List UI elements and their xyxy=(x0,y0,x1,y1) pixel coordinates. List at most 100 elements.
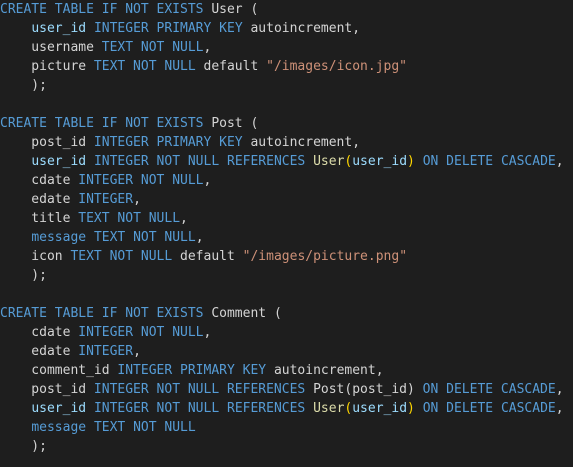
code-token: ON DELETE CASCADE xyxy=(422,382,556,397)
code-token: title xyxy=(0,211,79,226)
code-line[interactable]: comment_id INTEGER PRIMARY KEY autoincre… xyxy=(0,361,573,380)
code-line[interactable]: message TEXT NOT NULL xyxy=(0,418,573,437)
code-line[interactable]: CREATE TABLE IF NOT EXISTS User ( xyxy=(0,0,573,19)
code-token: picture xyxy=(0,59,94,74)
code-line[interactable]: title TEXT NOT NULL, xyxy=(0,209,573,228)
code-line[interactable]: user_id INTEGER NOT NULL REFERENCES User… xyxy=(0,152,573,171)
code-token: , xyxy=(203,173,212,188)
code-token: User xyxy=(313,154,345,169)
code-line[interactable]: username TEXT NOT NULL, xyxy=(0,38,573,57)
code-line[interactable]: cdate INTEGER NOT NULL, xyxy=(0,323,573,342)
code-line[interactable]: edate INTEGER, xyxy=(0,190,573,209)
code-token: User xyxy=(313,401,345,416)
code-token: TEXT NOT NULL xyxy=(78,211,181,226)
code-token: ON DELETE CASCADE xyxy=(422,154,556,169)
code-line[interactable]: post_id INTEGER NOT NULL REFERENCES Post… xyxy=(0,380,573,399)
code-token: , xyxy=(180,211,188,226)
code-line[interactable]: user_id INTEGER NOT NULL REFERENCES User… xyxy=(0,399,573,418)
code-token: ); xyxy=(0,439,47,454)
code-token: user_id xyxy=(31,21,87,36)
code-token: autoincrement, xyxy=(242,135,361,150)
code-line[interactable]: ); xyxy=(0,76,573,95)
code-line[interactable]: user_id INTEGER PRIMARY KEY autoincremen… xyxy=(0,19,573,38)
code-token: ); xyxy=(0,268,47,283)
code-token: username xyxy=(0,40,102,55)
code-token: , xyxy=(133,344,141,359)
code-token: Post ( xyxy=(203,116,259,131)
code-token: TEXT NOT NULL xyxy=(93,230,196,245)
code-line[interactable]: message TEXT NOT NULL, xyxy=(0,228,573,247)
code-token: user_id xyxy=(352,401,408,416)
code-token: CREATE TABLE IF NOT EXISTS xyxy=(0,306,204,321)
code-token: default xyxy=(195,59,267,74)
code-line[interactable] xyxy=(0,285,573,304)
code-token: user_id xyxy=(31,154,87,169)
code-line[interactable]: ); xyxy=(0,437,573,456)
code-token: INTEGER xyxy=(78,192,134,207)
code-token: CREATE TABLE IF NOT EXISTS xyxy=(0,2,204,17)
code-token: TEXT NOT NULL xyxy=(101,40,204,55)
code-token: cdate xyxy=(0,325,79,340)
code-token: ON DELETE CASCADE xyxy=(422,401,556,416)
code-token: autoincrement, xyxy=(242,21,361,36)
code-token: cdate xyxy=(0,173,79,188)
code-token: INTEGER NOT NULL REFERENCES xyxy=(93,401,306,416)
code-line[interactable]: CREATE TABLE IF NOT EXISTS Post ( xyxy=(0,114,573,133)
code-token: "/images/icon.jpg" xyxy=(266,59,408,74)
code-token: TEXT NOT NULL xyxy=(93,59,196,74)
code-token: , xyxy=(203,325,212,340)
code-token: autoincrement, xyxy=(266,363,384,378)
code-line[interactable]: edate INTEGER, xyxy=(0,342,573,361)
code-token: ); xyxy=(0,78,47,93)
code-token: INTEGER NOT NULL REFERENCES xyxy=(93,382,306,397)
code-token: post_id xyxy=(0,135,94,150)
code-line[interactable] xyxy=(0,95,573,114)
code-token: ) xyxy=(407,401,415,416)
code-line[interactable]: icon TEXT NOT NULL default "/images/pict… xyxy=(0,247,573,266)
code-token: INTEGER NOT NULL xyxy=(78,173,204,188)
code-token: INTEGER PRIMARY KEY xyxy=(93,135,243,150)
code-token: comment_id xyxy=(0,363,118,378)
code-line[interactable]: post_id INTEGER PRIMARY KEY autoincremen… xyxy=(0,133,573,152)
code-token: ) xyxy=(407,154,415,169)
code-token: INTEGER NOT NULL xyxy=(78,325,204,340)
code-token: , xyxy=(555,154,564,169)
code-token: CREATE TABLE IF NOT EXISTS xyxy=(0,116,204,131)
code-token: "/images/picture.png" xyxy=(242,249,408,264)
code-token: edate xyxy=(0,344,79,359)
code-token: INTEGER xyxy=(78,344,134,359)
code-line[interactable]: cdate INTEGER NOT NULL, xyxy=(0,171,573,190)
code-token: , xyxy=(203,40,212,55)
code-token: INTEGER PRIMARY KEY xyxy=(117,363,267,378)
code-token: , xyxy=(133,192,141,207)
code-line[interactable]: CREATE TABLE IF NOT EXISTS Comment ( xyxy=(0,304,573,323)
code-line[interactable]: picture TEXT NOT NULL default "/images/i… xyxy=(0,57,573,76)
code-token: user_id xyxy=(352,154,408,169)
code-token: post_id xyxy=(0,382,94,397)
code-editor[interactable]: CREATE TABLE IF NOT EXISTS User ( user_i… xyxy=(0,0,573,467)
code-token: INTEGER NOT NULL REFERENCES xyxy=(93,154,306,169)
code-token: , xyxy=(555,382,564,397)
code-token: Post(post_id) xyxy=(305,382,423,397)
code-token: icon xyxy=(0,249,71,264)
code-token: , xyxy=(195,230,204,245)
code-token: TEXT NOT NULL xyxy=(93,420,196,435)
code-token: message xyxy=(31,420,87,435)
code-token: default xyxy=(172,249,243,264)
code-line[interactable]: ); xyxy=(0,266,573,285)
code-token: , xyxy=(555,401,564,416)
code-token: message xyxy=(31,230,87,245)
code-token: TEXT NOT NULL xyxy=(70,249,173,264)
code-token: user_id xyxy=(31,401,87,416)
